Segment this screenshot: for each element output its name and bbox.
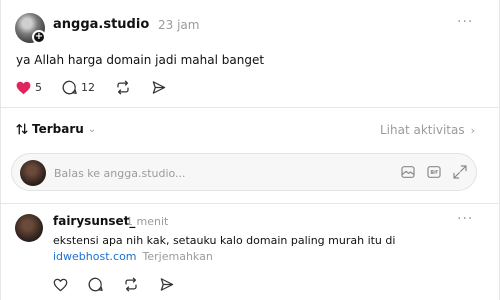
sort-label: Terbaru bbox=[32, 122, 84, 136]
more-options-icon[interactable]: ··· bbox=[457, 14, 473, 30]
like-button[interactable] bbox=[53, 278, 68, 292]
sort-bar: Terbaru ⌄ Lihat aktivitas › bbox=[1, 118, 500, 142]
comment-bubble-icon bbox=[62, 80, 77, 95]
gif-icon[interactable] bbox=[426, 164, 442, 180]
reply-composer bbox=[11, 153, 477, 191]
repost-icon bbox=[117, 80, 129, 95]
share-button[interactable] bbox=[159, 277, 175, 292]
chevron-right-icon: › bbox=[470, 123, 475, 137]
reply-button[interactable]: 12 bbox=[62, 80, 95, 95]
divider bbox=[1, 107, 500, 108]
avatar[interactable] bbox=[15, 214, 43, 242]
heart-filled-icon bbox=[16, 81, 31, 94]
comment-actions bbox=[53, 277, 195, 292]
send-icon bbox=[160, 278, 174, 291]
like-count: 5 bbox=[35, 81, 42, 94]
sort-dropdown[interactable]: Terbaru ⌄ bbox=[16, 122, 96, 136]
thread-frame: + angga.studio 23 jam ··· ya Allah harga… bbox=[0, 0, 500, 300]
repost-icon bbox=[125, 277, 137, 292]
share-button[interactable] bbox=[151, 80, 167, 95]
post-text: ya Allah harga domain jadi mahal banget bbox=[16, 53, 265, 67]
original-post: + angga.studio 23 jam ··· ya Allah harga… bbox=[1, 0, 500, 108]
post-username[interactable]: angga.studio bbox=[53, 17, 149, 32]
chevron-down-icon: ⌄ bbox=[87, 123, 97, 135]
send-icon bbox=[152, 81, 166, 94]
activity-label: Lihat aktivitas bbox=[380, 123, 465, 137]
post-actions: 5 12 bbox=[16, 80, 187, 95]
view-activity-link[interactable]: Lihat aktivitas › bbox=[380, 123, 475, 137]
sort-arrows-icon bbox=[16, 123, 28, 135]
repost-button[interactable] bbox=[115, 80, 131, 95]
like-button[interactable]: 5 bbox=[16, 81, 42, 95]
post-timestamp: 23 jam bbox=[158, 18, 200, 32]
reply-button[interactable] bbox=[88, 277, 103, 292]
more-options-icon[interactable]: ··· bbox=[457, 211, 473, 227]
composer-tools bbox=[390, 164, 468, 180]
image-icon[interactable] bbox=[400, 164, 416, 180]
comment-text: ekstensi apa nih kak, setauku kalo domai… bbox=[53, 234, 396, 247]
reply-comment: fairysunset_ 1 menit ··· ekstensi apa ni… bbox=[1, 204, 500, 300]
comment-timestamp: 1 menit bbox=[126, 215, 169, 228]
expand-icon[interactable] bbox=[452, 164, 468, 180]
avatar bbox=[20, 160, 46, 186]
comment-username[interactable]: fairysunset_ bbox=[53, 214, 135, 228]
translate-link[interactable]: Terjemahkan bbox=[143, 250, 213, 263]
repost-button[interactable] bbox=[123, 277, 139, 292]
follow-plus-icon[interactable]: + bbox=[32, 30, 46, 44]
heart-icon bbox=[53, 278, 68, 291]
domain-link[interactable]: idwebhost.com bbox=[53, 250, 137, 263]
comment-text-line2: idwebhost.com Terjemahkan bbox=[53, 250, 213, 263]
reply-count: 12 bbox=[81, 81, 95, 94]
reply-input[interactable] bbox=[54, 163, 374, 183]
comment-bubble-icon bbox=[88, 277, 103, 292]
